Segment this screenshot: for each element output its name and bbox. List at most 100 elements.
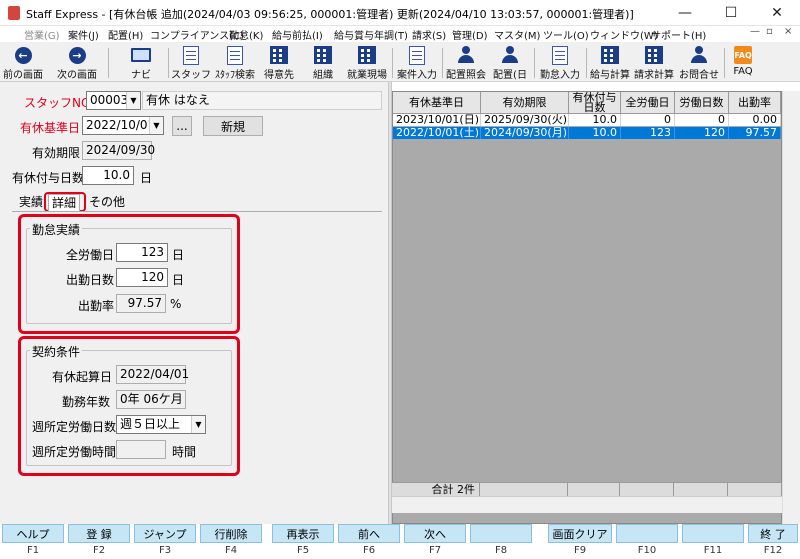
total-cell: [480, 482, 568, 496]
f7-next-button[interactable]: 次へ: [404, 524, 466, 543]
total-workdays-label: 全労働日: [66, 248, 115, 262]
cell-expiry: 2025/09/30(火): [481, 114, 569, 126]
menu-window[interactable]: ウィンドウ(W): [590, 27, 658, 42]
menu-jobs[interactable]: 案件(J): [68, 27, 99, 42]
back-button[interactable]: ← 前の画面: [0, 42, 46, 82]
function-key-bar: ヘルプ F1 登 録 F2 ジャンプ F3 行削除 F4 再表示 F5 前へ F…: [0, 524, 800, 559]
navi-label: ナビ: [131, 70, 151, 81]
inquiry-icon: [689, 46, 709, 64]
billing-calc-button[interactable]: 請求計算: [632, 42, 676, 82]
inquiry-button[interactable]: お問合せ: [676, 42, 722, 82]
menu-advance-pay[interactable]: 給与前払(I): [272, 27, 323, 42]
window-title: Staff Express - [有休台帳 追加(2024/04/03 09:5…: [26, 8, 634, 21]
toolbar-separator: [168, 48, 169, 78]
f6-prev-button[interactable]: 前へ: [338, 524, 400, 543]
base-date-dropdown[interactable]: 2022/10/01 ▼: [82, 116, 164, 135]
new-button[interactable]: 新規: [203, 116, 263, 136]
attendance-entry-button[interactable]: 勤怠入力: [536, 42, 584, 82]
tab-details[interactable]: 詳細: [48, 194, 81, 211]
f11-button[interactable]: [682, 524, 744, 543]
toolbar-separator: [442, 48, 443, 78]
placement-inquiry-button[interactable]: 配置照会: [444, 42, 488, 82]
staff-search-icon: [227, 45, 243, 65]
grid-horizontal-scrollbar[interactable]: [392, 496, 782, 513]
close-button[interactable]: ✕: [754, 0, 800, 26]
document-icon: [8, 28, 18, 39]
client-icon: [270, 46, 288, 64]
tab-results[interactable]: 実績: [16, 194, 46, 211]
staff-search-button[interactable]: ｽﾀｯﾌ検索: [212, 42, 258, 82]
menu-sales[interactable]: 営業(G): [24, 27, 60, 42]
organization-button[interactable]: 組織: [302, 42, 344, 82]
weekly-hours-field[interactable]: [116, 440, 166, 459]
f2-register-button[interactable]: 登 録: [68, 524, 130, 543]
grant-days-field[interactable]: 10.0: [82, 166, 134, 185]
tab-other[interactable]: その他: [86, 194, 128, 211]
col-header-expiry[interactable]: 有効期限: [481, 92, 569, 114]
menu-support[interactable]: サポート(H): [651, 27, 706, 42]
f5-refresh-button[interactable]: 再表示: [272, 524, 334, 543]
client-button[interactable]: 得意先: [258, 42, 300, 82]
placement-daily-button[interactable]: 配置(日: [488, 42, 532, 82]
col-header-grant-days[interactable]: 有休付与 日数: [569, 92, 621, 114]
chevron-down-icon[interactable]: ▼: [191, 416, 205, 433]
toolbar-separator: [586, 48, 587, 78]
minimize-button[interactable]: —: [662, 0, 708, 26]
organization-label: 組織: [313, 70, 333, 81]
maximize-button[interactable]: ☐: [708, 0, 754, 26]
menu-payroll[interactable]: 給与賞与年調(T): [334, 27, 408, 42]
doc-minimize-button[interactable]: —: [750, 26, 760, 37]
f8-key-label: F8: [494, 545, 508, 556]
col-header-total-workdays[interactable]: 全労働日: [621, 92, 675, 114]
menu-placement[interactable]: 配置(H): [108, 27, 143, 42]
f3-key-label: F3: [158, 545, 172, 556]
cell-total-workdays: 123: [621, 127, 675, 139]
grant-days-unit: 日: [140, 171, 153, 185]
f1-help-button[interactable]: ヘルプ: [2, 524, 64, 543]
menu-attendance[interactable]: 勤怠(K): [229, 27, 263, 42]
forward-button[interactable]: → 次の画面: [52, 42, 102, 82]
base-date-label: 有休基準日: [20, 121, 81, 135]
payroll-calc-button[interactable]: 給与計算: [588, 42, 632, 82]
attended-days-field[interactable]: 120: [116, 268, 168, 287]
staff-button[interactable]: スタッフ: [170, 42, 212, 82]
ellipsis-button[interactable]: ...: [172, 116, 192, 136]
f10-button[interactable]: [616, 524, 678, 543]
total-workdays-field[interactable]: 123: [116, 243, 168, 262]
menu-billing[interactable]: 請求(S): [412, 27, 446, 42]
weekly-hours-label: 週所定労働時間: [32, 445, 117, 459]
total-cell: [620, 482, 674, 496]
col-header-workdays[interactable]: 労働日数: [675, 92, 729, 114]
f7-key-label: F7: [428, 545, 442, 556]
col-header-attendance-rate[interactable]: 出勤率: [729, 92, 781, 114]
grid-vertical-scrollbar[interactable]: [782, 91, 800, 524]
col-header-base-date[interactable]: 有休基準日: [393, 92, 481, 114]
weekly-days-dropdown[interactable]: 週５日以上 ▼: [116, 415, 206, 434]
menu-tools[interactable]: ツール(O): [543, 27, 589, 42]
f10-key-label: F10: [637, 545, 657, 556]
f3-jump-button[interactable]: ジャンプ: [134, 524, 196, 543]
navi-button[interactable]: ナビ: [116, 42, 166, 82]
job-entry-button[interactable]: 案件入力: [394, 42, 440, 82]
chevron-down-icon[interactable]: ▼: [126, 92, 140, 109]
table-row-selected[interactable]: 2022/10/01(土) 2024/09/30(月) 10.0 123 120…: [393, 127, 781, 139]
f4-delete-row-button[interactable]: 行削除: [200, 524, 262, 543]
f8-button[interactable]: [470, 524, 532, 543]
forward-arrow-icon: →: [68, 46, 86, 64]
doc-restore-button[interactable]: ▫: [766, 26, 773, 37]
staff-no-dropdown[interactable]: 000034 ▼: [86, 91, 141, 110]
faq-button[interactable]: FAQ FAQ: [726, 42, 760, 82]
table-row[interactable]: 2023/10/01(日) 2025/09/30(火) 10.0 0 0 0.0…: [393, 114, 781, 126]
f9-clear-button[interactable]: 画面クリア: [548, 524, 612, 543]
doc-close-button[interactable]: ×: [784, 26, 792, 37]
menu-admin[interactable]: 管理(D): [452, 27, 488, 42]
leave-history-grid: 有休基準日 有効期限 有休付与 日数 全労働日 労働日数 出勤率 2023/10…: [392, 91, 782, 524]
f12-exit-button[interactable]: 終 了: [748, 524, 798, 543]
worksite-button[interactable]: 就業現場: [344, 42, 390, 82]
attended-days-label: 出勤日数: [66, 273, 115, 287]
chevron-down-icon[interactable]: ▼: [149, 117, 163, 134]
attendance-title: 勤怠実績: [30, 221, 83, 238]
menu-master[interactable]: マスタ(M): [494, 27, 540, 42]
toolbar: ← 前の画面 → 次の画面 ナビ スタッフ ｽﾀｯﾌ検索 得意先 組織 就業現場…: [0, 42, 800, 82]
forward-label: 次の画面: [57, 70, 97, 81]
